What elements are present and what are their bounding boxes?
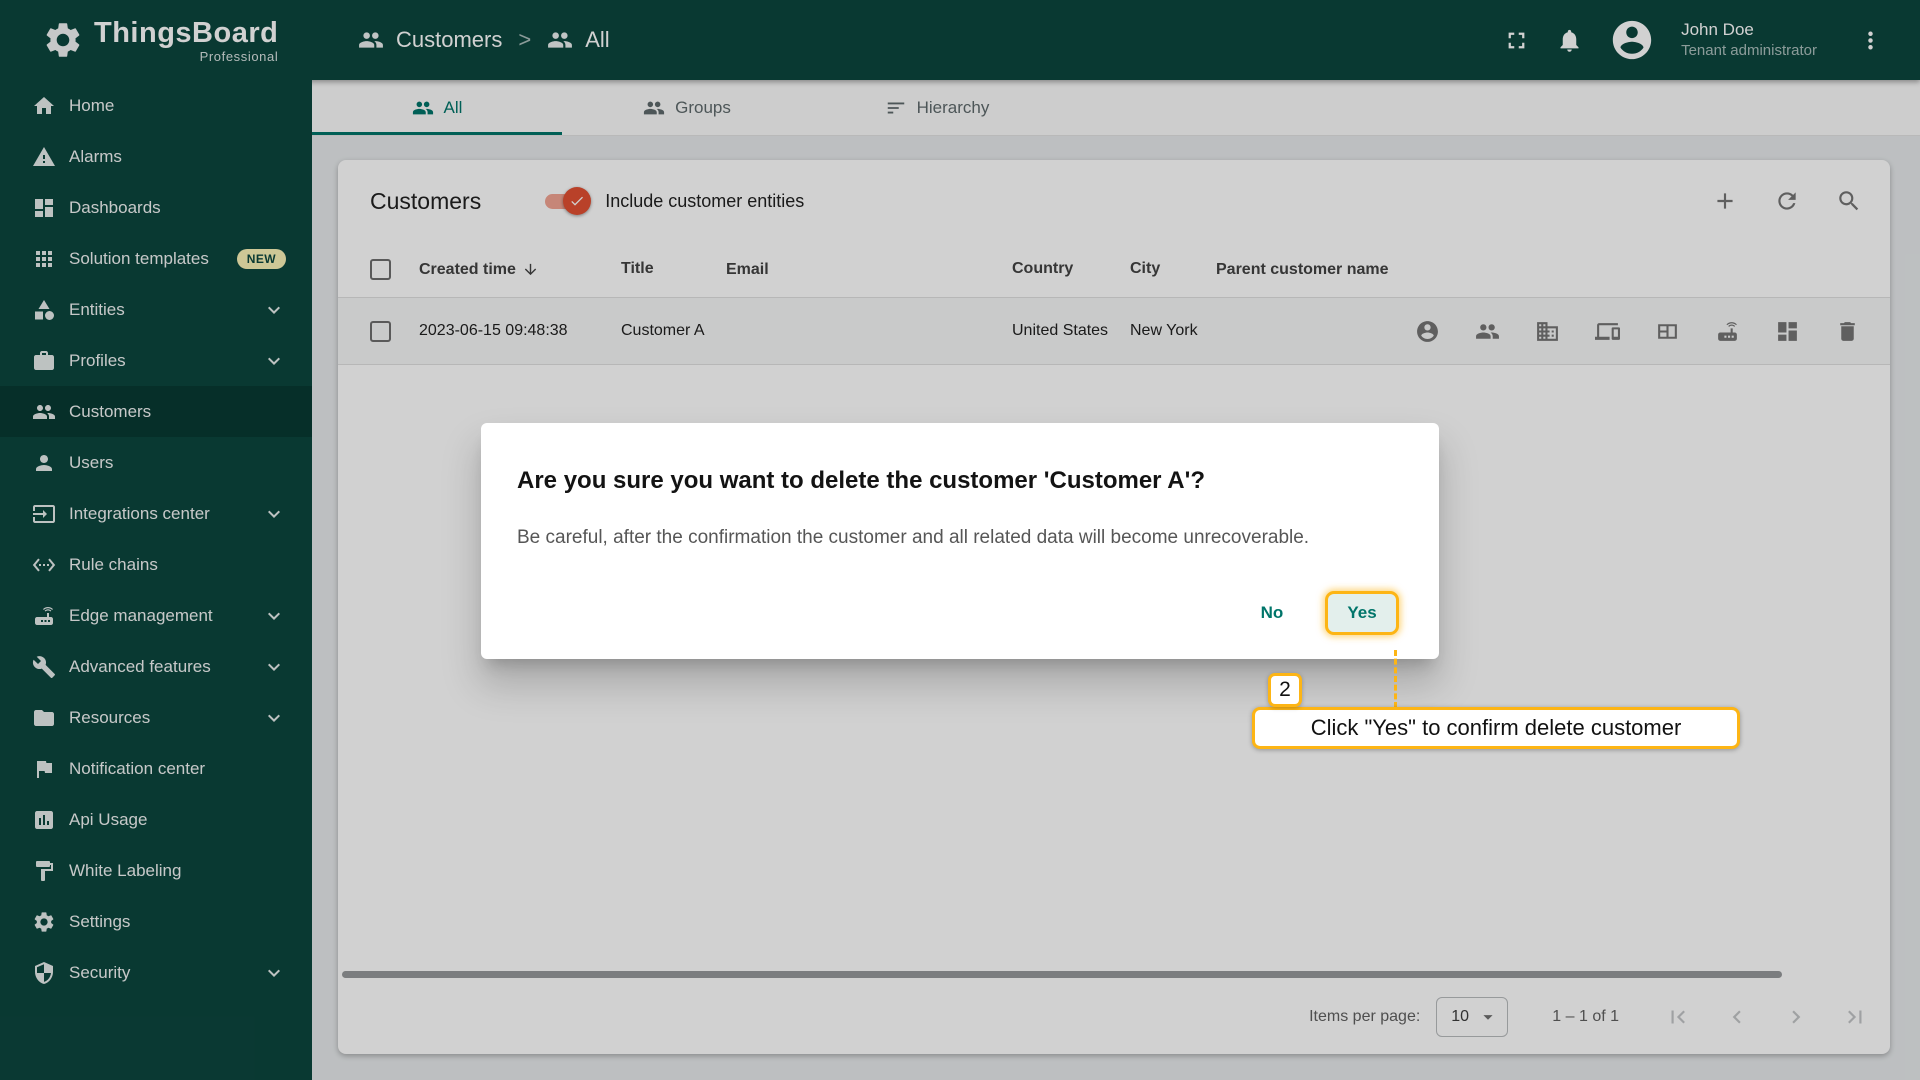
yes-button[interactable]: Yes bbox=[1325, 591, 1399, 635]
dialog-title: Are you sure you want to delete the cust… bbox=[517, 467, 1403, 495]
dialog-message: Be careful, after the confirmation the c… bbox=[517, 527, 1403, 549]
no-button[interactable]: No bbox=[1235, 591, 1309, 635]
annotation-callout: Click "Yes" to confirm delete customer bbox=[1252, 707, 1740, 749]
annotation-step-badge: 2 bbox=[1268, 673, 1302, 707]
thingsboard-app: ThingsBoard Professional Customers > All… bbox=[0, 0, 1920, 1080]
dialog-actions: No Yes bbox=[517, 591, 1403, 645]
annotation-connector-line bbox=[1394, 650, 1397, 708]
confirm-delete-dialog: Are you sure you want to delete the cust… bbox=[481, 423, 1439, 659]
